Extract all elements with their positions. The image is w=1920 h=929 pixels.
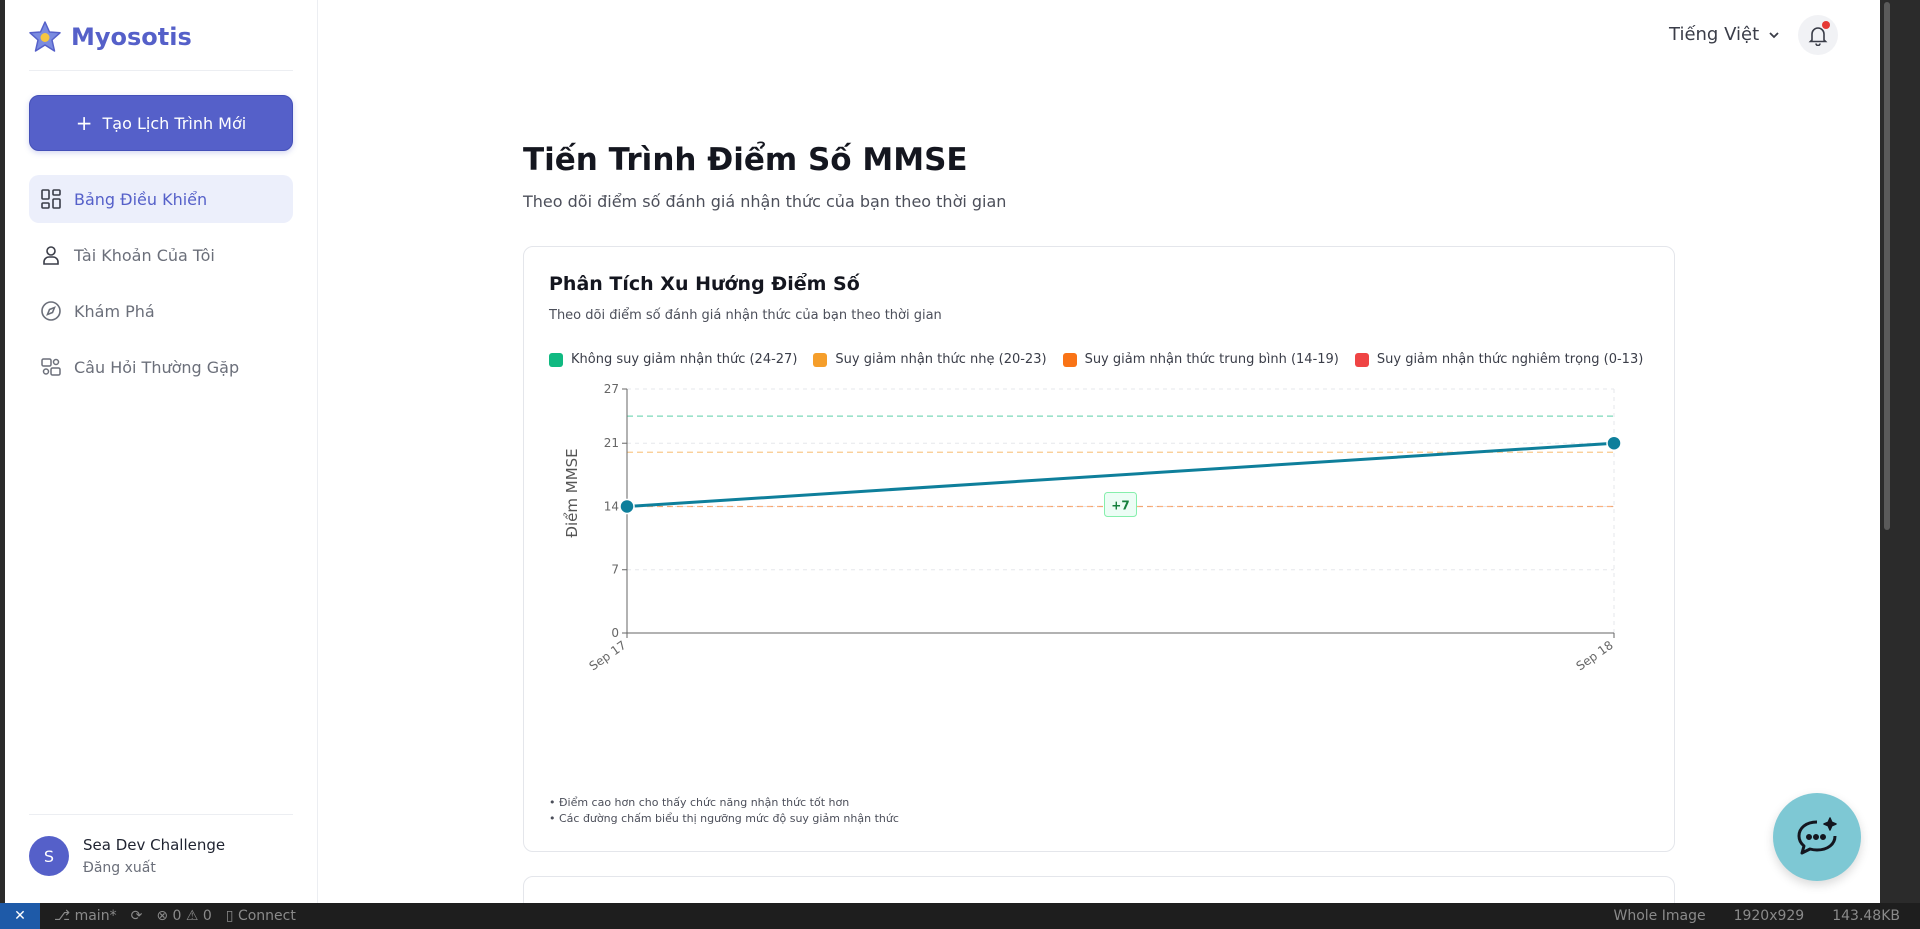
page-subtitle: Theo dõi điểm số đánh giá nhận thức của … [523, 192, 1007, 211]
view-mode[interactable]: Whole Image [1613, 908, 1705, 924]
chart-notes: • Điểm cao hơn cho thấy chức năng nhận t… [549, 795, 899, 827]
sidebar-item-label: Câu Hỏi Thường Gặp [74, 357, 240, 377]
star-logo-icon [29, 21, 61, 52]
brand-name: Myosotis [71, 23, 192, 51]
problems-indicator[interactable]: ⊗ 0 ⚠ 0 [156, 908, 211, 924]
chat-sparkle-icon [1797, 817, 1837, 855]
notifications-button[interactable] [1798, 15, 1838, 55]
card-title: Phân Tích Xu Hướng Điểm Số [549, 273, 860, 295]
compass-icon [41, 301, 61, 321]
delta-label: +7 [1111, 498, 1129, 512]
divider [29, 814, 293, 815]
remote-icon[interactable]: ✕ [0, 903, 40, 929]
card-subtitle: Theo dõi điểm số đánh giá nhận thức của … [549, 308, 942, 323]
logout-link[interactable]: Đăng xuất [83, 860, 225, 876]
plus-icon: + [75, 111, 93, 135]
chart-legend: Không suy giảm nhận thức (24-27) Suy giả… [549, 352, 1643, 367]
connect-label: Connect [237, 908, 296, 924]
score-trend-card: Phân Tích Xu Hướng Điểm Số Theo dõi điểm… [523, 246, 1675, 852]
git-branch[interactable]: ⎇ main* [54, 908, 117, 924]
dashboard-icon [41, 189, 61, 209]
legend-label: Suy giảm nhận thức nghiêm trọng (0-13) [1376, 352, 1644, 367]
divider [29, 70, 293, 71]
sidebar-item-faq[interactable]: Câu Hỏi Thường Gặp [29, 343, 293, 391]
notification-dot [1822, 21, 1830, 29]
file-size: 143.48KB [1832, 908, 1900, 924]
legend-swatch [813, 352, 828, 367]
sidebar-item-account[interactable]: Tài Khoản Của Tôi [29, 231, 293, 279]
language-selector[interactable]: Tiếng Việt [1669, 24, 1781, 45]
brand[interactable]: Myosotis [28, 20, 192, 54]
chevron-down-icon [1769, 31, 1779, 38]
y-axis-label: Điểm MMSE [563, 448, 581, 537]
y-tick-label: 0 [611, 626, 619, 640]
language-label: Tiếng Việt [1669, 24, 1760, 45]
avatar[interactable]: S [29, 836, 69, 876]
image-dimensions: 1920x929 [1733, 908, 1805, 924]
data-point [1606, 435, 1622, 451]
chart-note: • Điểm cao hơn cho thấy chức năng nhận t… [549, 796, 850, 809]
y-tick-label: 14 [604, 499, 619, 513]
next-card [523, 876, 1675, 903]
legend-item: Suy giảm nhận thức nhẹ (20-23) [813, 352, 1047, 367]
legend-swatch [1062, 352, 1077, 367]
page-title: Tiến Trình Điểm Số MMSE [523, 142, 968, 178]
sidebar: Myosotis + Tạo Lịch Trình Mới Bảng Điều … [5, 0, 318, 903]
chart-note: • Các đường chấm biểu thị ngưỡng mức độ … [549, 812, 899, 825]
vertical-scrollbar-thumb[interactable] [1884, 2, 1890, 530]
sync-icon[interactable]: ⟳ [131, 908, 143, 924]
faq-icon [41, 358, 61, 376]
status-bar: ✕ ⎇ main* ⟳ ⊗ 0 ⚠ 0 ▯ Connect Whole Imag… [0, 903, 1920, 929]
data-point [619, 498, 635, 515]
y-tick-label: 7 [611, 563, 619, 577]
chat-assistant-button[interactable] [1773, 793, 1861, 881]
legend-swatch [549, 352, 563, 367]
sidebar-item-label: Tài Khoản Của Tôi [74, 245, 215, 265]
legend-label: Suy giảm nhận thức trung bình (14-19) [1084, 352, 1339, 367]
x-tick-label: Sep 18 [1574, 638, 1616, 673]
x-tick-label: Sep 17 [587, 638, 629, 673]
legend-item: Suy giảm nhận thức nghiêm trọng (0-13) [1354, 352, 1644, 367]
y-tick-label: 27 [604, 382, 619, 396]
git-branch-label: main* [74, 908, 117, 924]
mmse-line-chart: 0 7 14 21 27 Sep 17 Sep 18 Điểm MMSE +7 [563, 382, 1622, 673]
legend-swatch [1354, 352, 1369, 367]
sidebar-item-dashboard[interactable]: Bảng Điều Khiển [29, 175, 293, 223]
sidebar-item-label: Bảng Điều Khiển [74, 189, 208, 209]
legend-item: Suy giảm nhận thức trung bình (14-19) [1062, 352, 1339, 367]
sidebar-item-explore[interactable]: Khám Phá [29, 287, 293, 335]
create-schedule-label: Tạo Lịch Trình Mới [102, 113, 247, 133]
sidebar-item-label: Khám Phá [74, 301, 155, 321]
create-schedule-button[interactable]: + Tạo Lịch Trình Mới [29, 95, 293, 151]
warnings-count: 0 [202, 908, 212, 924]
connect-button[interactable]: ▯ Connect [226, 908, 296, 924]
y-tick-label: 21 [604, 436, 619, 450]
user-icon [43, 246, 59, 265]
sidebar-nav: Bảng Điều Khiển Tài Khoản Của Tôi Khám P… [29, 175, 293, 399]
legend-item: Không suy giảm nhận thức (24-27) [549, 352, 797, 367]
user-profile: S Sea Dev Challenge Đăng xuất [29, 836, 225, 876]
user-name: Sea Dev Challenge [83, 836, 226, 854]
app-window: Myosotis + Tạo Lịch Trình Mới Bảng Điều … [5, 0, 1880, 903]
legend-label: Không suy giảm nhận thức (24-27) [571, 352, 798, 367]
problems-count: 0 [172, 908, 182, 924]
legend-label: Suy giảm nhận thức nhẹ (20-23) [835, 352, 1047, 367]
